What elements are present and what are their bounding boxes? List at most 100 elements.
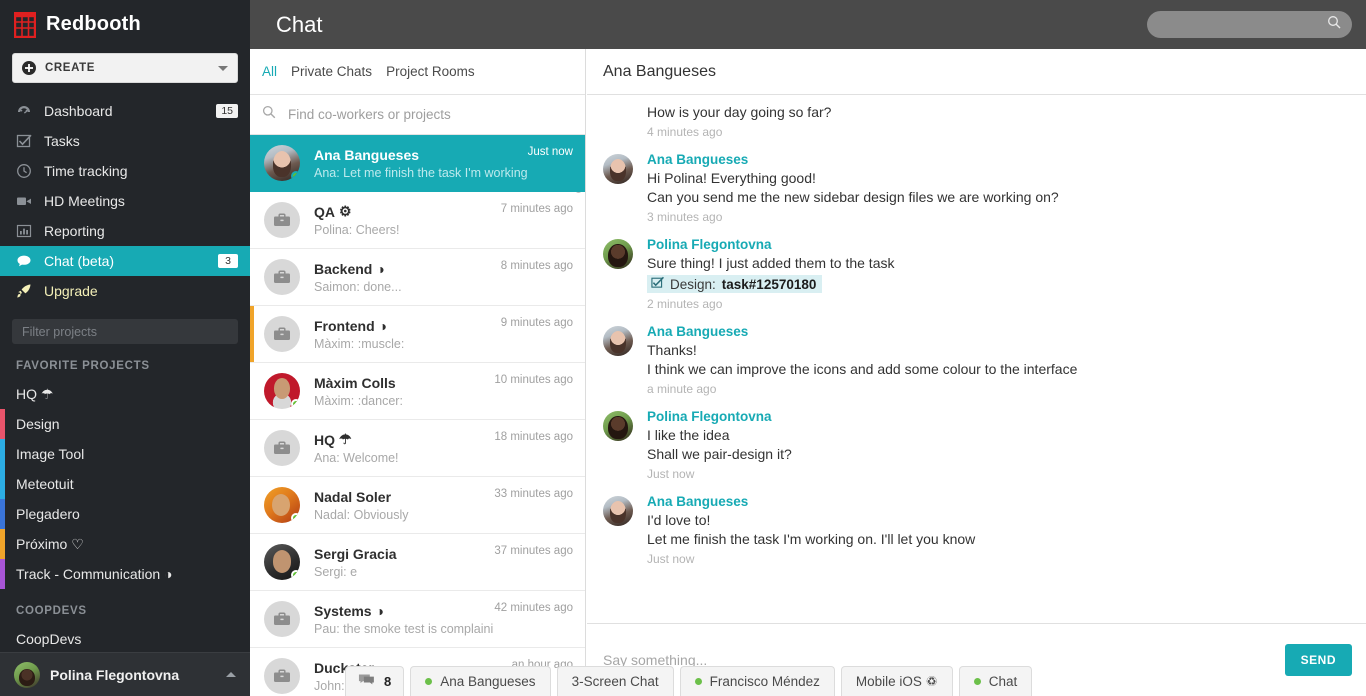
message-author[interactable]: Ana Bangueses — [647, 152, 1350, 167]
send-button[interactable]: SEND — [1285, 644, 1352, 676]
message-text: Sure thing! I just added them to the tas… — [647, 254, 1350, 273]
chat-list-scroll[interactable]: Ana Bangueses Ana: Let me finish the tas… — [250, 135, 585, 696]
chat-item-preview: Sergi: e — [314, 565, 494, 579]
message-author[interactable]: Polina Flegontovna — [647, 409, 1350, 424]
sidebar-item-label: Dashboard — [44, 103, 113, 119]
sidebar-item-upgrade[interactable]: Upgrade — [0, 276, 250, 306]
taskbar-item-label: 3-Screen Chat — [572, 674, 659, 689]
online-status-dot — [291, 171, 300, 181]
briefcase-icon — [264, 259, 300, 295]
bar-chart-icon — [16, 223, 34, 239]
brand[interactable]: Redbooth — [0, 0, 250, 49]
project-item-track-communication[interactable]: Track - Communication ◑ — [0, 559, 250, 589]
chat-item-name: HQ — [314, 432, 335, 448]
create-label: CREATE — [45, 62, 95, 74]
plus-circle-icon — [22, 61, 36, 75]
sidebar-item-chat[interactable]: Chat (beta) 3 — [0, 246, 250, 276]
chat-list-item[interactable]: Ana Bangueses Ana: Let me finish the tas… — [250, 135, 585, 192]
tab-private-chats[interactable]: Private Chats — [291, 64, 372, 79]
create-button[interactable]: CREATE — [12, 53, 238, 83]
sidebar-item-time-tracking[interactable]: Time tracking — [0, 156, 250, 186]
project-item-plegadero[interactable]: Plegadero — [0, 499, 250, 529]
avatar — [264, 544, 300, 580]
taskbar-item-mobile-ios[interactable]: Mobile iOS ♽ — [841, 666, 953, 696]
tab-project-rooms[interactable]: Project Rooms — [386, 64, 475, 79]
chat-item-time: 8 minutes ago — [501, 260, 573, 272]
briefcase-icon — [264, 601, 300, 637]
chat-item-preview: Màxim: :muscle: — [314, 337, 501, 351]
project-label: Track - Communication ◑ — [16, 566, 173, 582]
search-icon[interactable] — [1327, 15, 1341, 34]
chat-list-item[interactable]: HQ☂ Ana: Welcome! 18 minutes ago — [250, 420, 585, 477]
chat-search-field[interactable] — [250, 95, 585, 135]
task-link[interactable]: Design: task#12570180 — [647, 275, 822, 293]
project-color-bar — [0, 469, 5, 499]
taskbar-item-francisco-mendez[interactable]: Francisco Méndez — [680, 666, 835, 696]
chat-list-item[interactable]: Nadal Soler Nadal: Obviously 33 minutes … — [250, 477, 585, 534]
briefcase-icon — [264, 316, 300, 352]
global-search-field[interactable] — [1147, 11, 1352, 38]
global-search-input[interactable] — [1158, 18, 1327, 32]
chat-item-name: QA — [314, 204, 335, 220]
message-timestamp: 3 minutes ago — [647, 210, 1350, 224]
taskbar-item-3-screen-chat[interactable]: 3-Screen Chat — [557, 666, 674, 696]
chat-list-item[interactable]: QA⚙ Polina: Cheers! 7 minutes ago — [250, 192, 585, 249]
message-author[interactable]: Polina Flegontovna — [647, 237, 1350, 252]
sidebar-item-reporting[interactable]: Reporting — [0, 216, 250, 246]
message-author[interactable]: Ana Bangueses — [647, 324, 1350, 339]
current-user-name: Polina Flegontovna — [50, 667, 179, 683]
chat-item-time: 18 minutes ago — [494, 431, 573, 443]
project-label: Próximo ♡ — [16, 536, 84, 553]
avatar — [264, 487, 300, 523]
project-item-design[interactable]: Design — [0, 409, 250, 439]
project-item-proximo[interactable]: Próximo ♡ — [0, 529, 250, 559]
top-bar: Chat — [250, 0, 1366, 49]
chat-search-input[interactable] — [288, 107, 573, 122]
chevron-up-icon[interactable] — [226, 672, 236, 677]
message-item: Polina Flegontovna I like the idea Shall… — [603, 402, 1350, 487]
taskbar-item-ana-bangueses[interactable]: Ana Bangueses — [410, 666, 550, 696]
current-user-bar[interactable]: Polina Flegontovna — [0, 652, 250, 696]
avatar — [264, 145, 300, 181]
message-item: Ana Bangueses Hi Polina! Everything good… — [603, 145, 1350, 230]
chevron-down-icon — [218, 66, 228, 71]
project-item-hq[interactable]: HQ ☂ — [0, 379, 250, 409]
sidebar-item-dashboard[interactable]: Dashboard 15 — [0, 96, 250, 126]
chat-bubble-icon — [16, 253, 34, 269]
taskbar-item-chat[interactable]: Chat — [959, 666, 1033, 696]
filter-projects-field[interactable] — [12, 319, 238, 344]
project-item-meteotuit[interactable]: Meteotuit — [0, 469, 250, 499]
tab-all[interactable]: All — [262, 64, 277, 79]
chat-item-preview: Màxim: :dancer: — [314, 394, 494, 408]
online-status-dot — [425, 678, 432, 685]
chat-list-item[interactable]: Màxim Colls Màxim: :dancer: 10 minutes a… — [250, 363, 585, 420]
chat-list-item[interactable]: Sergi Gracia Sergi: e 37 minutes ago — [250, 534, 585, 591]
chat-list-item[interactable]: Frontend◑ Màxim: :muscle: 9 minutes ago — [250, 306, 585, 363]
chat-list-item[interactable]: Backend◑ Saimon: done... 8 minutes ago — [250, 249, 585, 306]
project-color-bar — [0, 409, 5, 439]
project-color-bar — [0, 379, 5, 409]
sidebar-badge: 15 — [216, 104, 238, 118]
online-status-dot — [291, 399, 300, 409]
sidebar-item-hd-meetings[interactable]: HD Meetings — [0, 186, 250, 216]
message-text: Thanks! — [647, 341, 1350, 360]
project-item-coopdevs[interactable]: CoopDevs — [0, 624, 250, 654]
avatar — [603, 496, 633, 526]
sidebar-item-label: Tasks — [44, 133, 80, 149]
sidebar-item-label: Time tracking — [44, 163, 128, 179]
message-list[interactable]: How is your day going so far? 4 minutes … — [587, 95, 1366, 623]
taskbar-unread-counter[interactable]: 8 — [345, 666, 404, 696]
redbooth-app: Redbooth CREATE Dashboard 15 — [0, 0, 1366, 696]
chat-item-time: 33 minutes ago — [494, 488, 573, 500]
chat-list-panel: All Private Chats Project Rooms Ana Bang… — [250, 49, 586, 696]
filter-projects-input[interactable] — [22, 325, 228, 339]
conversation-panel: Ana Bangueses How is your day going so f… — [587, 49, 1366, 696]
chat-list-item[interactable]: Systems◑ Pau: the smoke test is complain… — [250, 591, 585, 648]
rocket-icon — [16, 283, 34, 299]
task-reference[interactable]: task#12570180 — [722, 277, 817, 292]
message-text: I think we can improve the icons and add… — [647, 360, 1350, 379]
chat-item-name: Backend — [314, 261, 372, 277]
sidebar-item-tasks[interactable]: Tasks — [0, 126, 250, 156]
message-author[interactable]: Ana Bangueses — [647, 494, 1350, 509]
project-item-image-tool[interactable]: Image Tool — [0, 439, 250, 469]
